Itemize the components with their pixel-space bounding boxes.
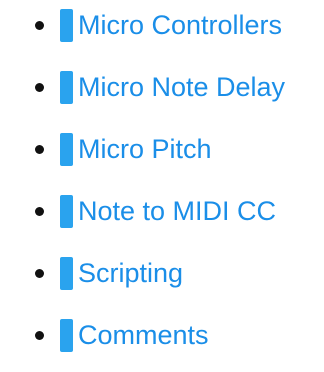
bullet-icon xyxy=(35,145,44,154)
link-micro-note-delay[interactable]: Micro Note Delay xyxy=(78,69,285,105)
list-item-micro-controllers: Micro Controllers xyxy=(0,5,324,45)
page-marker-icon xyxy=(60,319,73,352)
page-marker-icon xyxy=(60,195,73,228)
list-item-micro-note-delay: Micro Note Delay xyxy=(0,67,324,107)
bullet-icon xyxy=(35,207,44,216)
bullet-icon xyxy=(35,83,44,92)
page-marker-icon xyxy=(60,71,73,104)
link-micro-pitch[interactable]: Micro Pitch xyxy=(78,131,212,167)
page-marker-icon xyxy=(60,9,73,42)
link-scripting[interactable]: Scripting xyxy=(78,255,183,291)
link-comments[interactable]: Comments xyxy=(78,317,209,353)
bullet-icon xyxy=(35,269,44,278)
link-note-to-midi-cc[interactable]: Note to MIDI CC xyxy=(78,193,276,229)
page-marker-icon xyxy=(60,133,73,166)
page-marker-icon xyxy=(60,257,73,290)
bullet-icon xyxy=(35,21,44,30)
bullet-icon xyxy=(35,331,44,340)
list-item-comments: Comments xyxy=(0,315,324,355)
list-item-note-to-midi-cc: Note to MIDI CC xyxy=(0,191,324,231)
list-item-scripting: Scripting xyxy=(0,253,324,293)
list-item-micro-pitch: Micro Pitch xyxy=(0,129,324,169)
link-micro-controllers[interactable]: Micro Controllers xyxy=(78,7,282,43)
